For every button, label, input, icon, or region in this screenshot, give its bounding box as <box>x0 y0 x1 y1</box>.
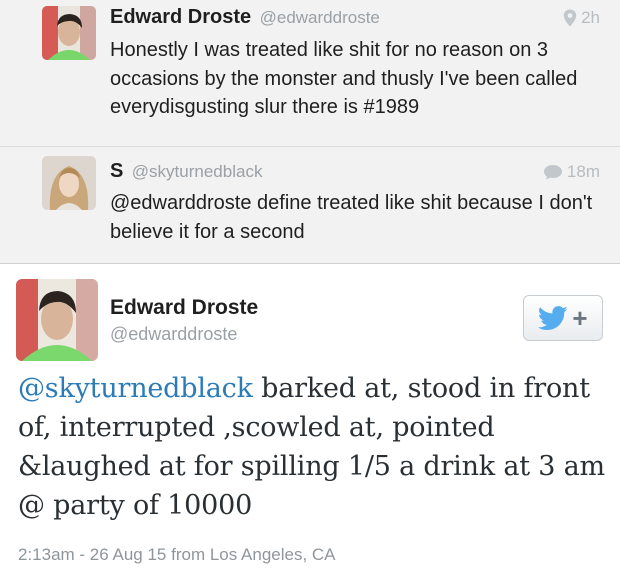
tweet-text: @skyturnedblack barked at, stood in fron… <box>18 369 608 525</box>
mention-link[interactable]: @skyturnedblack <box>18 373 253 404</box>
author-name[interactable]: S <box>110 160 123 182</box>
reply-bubble-icon <box>543 165 562 180</box>
author-name[interactable]: Edward Droste <box>110 296 258 320</box>
follow-button[interactable]: + <box>523 295 603 341</box>
timestamp: 18m <box>566 162 600 181</box>
main-tweet: Edward Droste @edwarddroste + @skyturned… <box>0 265 620 579</box>
tweet-text: Honestly I was treated like shit for no … <box>110 39 578 118</box>
avatar[interactable] <box>42 6 96 60</box>
twitter-bird-icon <box>538 305 568 330</box>
reply-tweet[interactable]: Edward Droste @edwarddroste 2h Honestly … <box>0 0 620 147</box>
tweet-footer: 2:13am - 26 Aug 15 from Los Angeles, CA <box>18 545 336 564</box>
plus-icon: + <box>572 303 588 333</box>
author-handle[interactable]: @edwarddroste <box>260 8 380 27</box>
author-name[interactable]: Edward Droste <box>110 6 251 28</box>
author-handle[interactable]: @edwarddroste <box>110 324 237 345</box>
location-pin-icon <box>563 9 577 27</box>
author-handle[interactable]: @skyturnedblack <box>132 162 263 181</box>
avatar[interactable] <box>16 279 98 361</box>
tweet-text: @edwarddroste define treated like shit b… <box>110 192 593 243</box>
reply-tweet[interactable]: S @skyturnedblack 18m @edwarddroste defi… <box>0 147 620 264</box>
timestamp: 2h <box>581 8 600 27</box>
avatar[interactable] <box>42 156 96 210</box>
